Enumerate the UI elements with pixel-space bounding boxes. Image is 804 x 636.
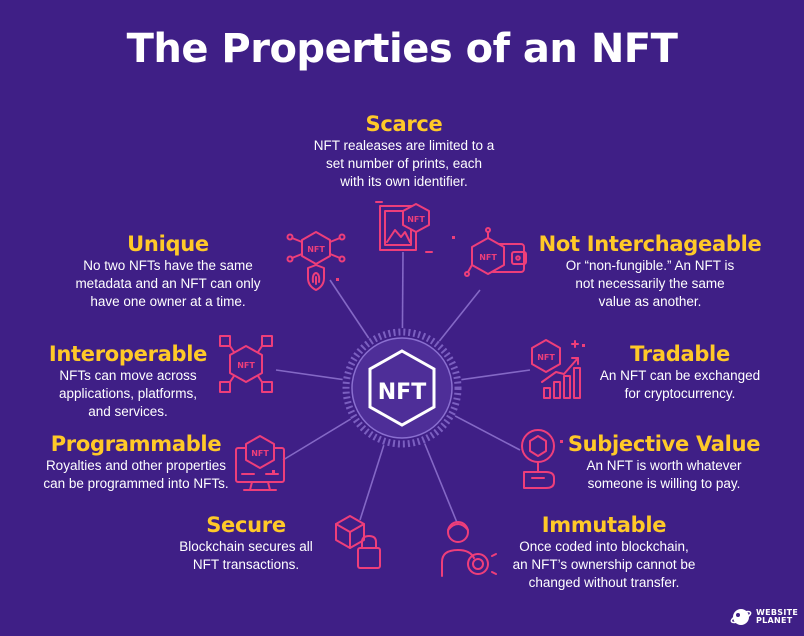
desc-line: and services. (88, 404, 168, 419)
desc-line: NFT realeases are limited to a (313, 138, 495, 153)
property-interoperable: Interoperable NFTs can move across appli… (40, 342, 216, 421)
desc-line: No two NFTs have the same (83, 258, 253, 273)
desc-line: Once coded into blockchain, (519, 539, 689, 554)
property-description: Once coded into blockchain, an NFT’s own… (500, 538, 708, 592)
icon-label: NFT (307, 245, 325, 254)
desc-line: set number of prints, each (325, 156, 483, 171)
desc-line: with its own identifier. (340, 174, 468, 189)
unique-icon: NFT (286, 231, 346, 291)
property-description: Or “non-fungible.” An NFT is not necessa… (536, 257, 764, 311)
immutable-icon (441, 521, 497, 577)
icon-label: NFT (251, 449, 269, 458)
desc-line: for cryptocurrency. (624, 386, 736, 401)
property-description: An NFT is worth whatever someone is will… (566, 457, 762, 493)
center-label: NFT (378, 380, 426, 405)
secure-icon (335, 515, 381, 569)
desc-line: metadata and an NFT can only (75, 276, 261, 291)
property-description: No two NFTs have the same metadata and a… (58, 257, 278, 311)
programmable-icon: NFT (235, 435, 285, 491)
icon-label: NFT (479, 253, 497, 262)
property-heading: Immutable (541, 513, 667, 537)
property-heading: Subjective Value (567, 432, 761, 456)
property-heading: Tradable (630, 342, 730, 366)
property-secure: Secure Blockchain secures all NFT transa… (160, 513, 332, 574)
property-unique: Unique No two NFTs have the same metadat… (58, 232, 278, 311)
property-description: Royalties and other properties can be pr… (36, 457, 236, 493)
property-description: An NFT can be exchanged for cryptocurren… (590, 367, 770, 403)
property-description: NFTs can move across applications, platf… (40, 367, 216, 421)
icon-label: NFT (407, 215, 425, 224)
brand-line-2: PLANET (756, 616, 793, 625)
desc-line: NFTs can move across (59, 368, 197, 383)
property-scarce: Scarce NFT realeases are limited to a se… (290, 112, 518, 191)
desc-line: NFT transactions. (192, 557, 300, 572)
icon-label: NFT (237, 361, 255, 370)
desc-line: An NFT is worth whatever (586, 458, 742, 473)
property-description: NFT realeases are limited to a set numbe… (290, 137, 518, 191)
property-heading: Programmable (50, 432, 222, 456)
desc-line: have one owner at a time. (90, 294, 246, 309)
desc-line: someone is willing to pay. (587, 476, 741, 491)
desc-line: An NFT can be exchanged (599, 368, 761, 383)
property-subjective-value: Subjective Value An NFT is worth whateve… (566, 432, 762, 493)
property-heading: Not Interchageable (538, 232, 762, 256)
center-hub: NFT (342, 328, 462, 448)
desc-line: changed without transfer. (528, 575, 680, 590)
property-description: Blockchain secures all NFT transactions. (160, 538, 332, 574)
planet-icon (730, 609, 752, 625)
subjective-value-icon (521, 429, 555, 489)
property-heading: Secure (206, 513, 286, 537)
desc-line: Or “non-fungible.” An NFT is (565, 258, 735, 273)
desc-line: Blockchain secures all (179, 539, 313, 554)
property-programmable: Programmable Royalties and other propert… (36, 432, 236, 493)
property-heading: Scarce (365, 112, 443, 136)
desc-line: applications, platforms, (58, 386, 198, 401)
website-planet-logo: WEBSITE PLANET (730, 606, 798, 628)
icon-label: NFT (537, 353, 555, 362)
desc-line: value as another. (598, 294, 702, 309)
desc-line: an NFT’s ownership cannot be (512, 557, 696, 572)
scarce-icon: NFT (375, 201, 433, 253)
property-heading: Unique (127, 232, 209, 256)
not-interchangeable-icon: NFT (464, 227, 527, 277)
desc-line: not necessarily the same (575, 276, 725, 291)
interoperable-icon: NFT (219, 335, 273, 393)
property-immutable: Immutable Once coded into blockchain, an… (500, 513, 708, 592)
property-not-interchangeable: Not Interchageable Or “non-fungible.” An… (536, 232, 764, 311)
property-heading: Interoperable (48, 342, 208, 366)
tradable-icon: NFT (531, 339, 581, 399)
property-tradable: Tradable An NFT can be exchanged for cry… (590, 342, 770, 403)
desc-line: Royalties and other properties (45, 458, 227, 473)
desc-line: can be programmed into NFTs. (43, 476, 229, 491)
